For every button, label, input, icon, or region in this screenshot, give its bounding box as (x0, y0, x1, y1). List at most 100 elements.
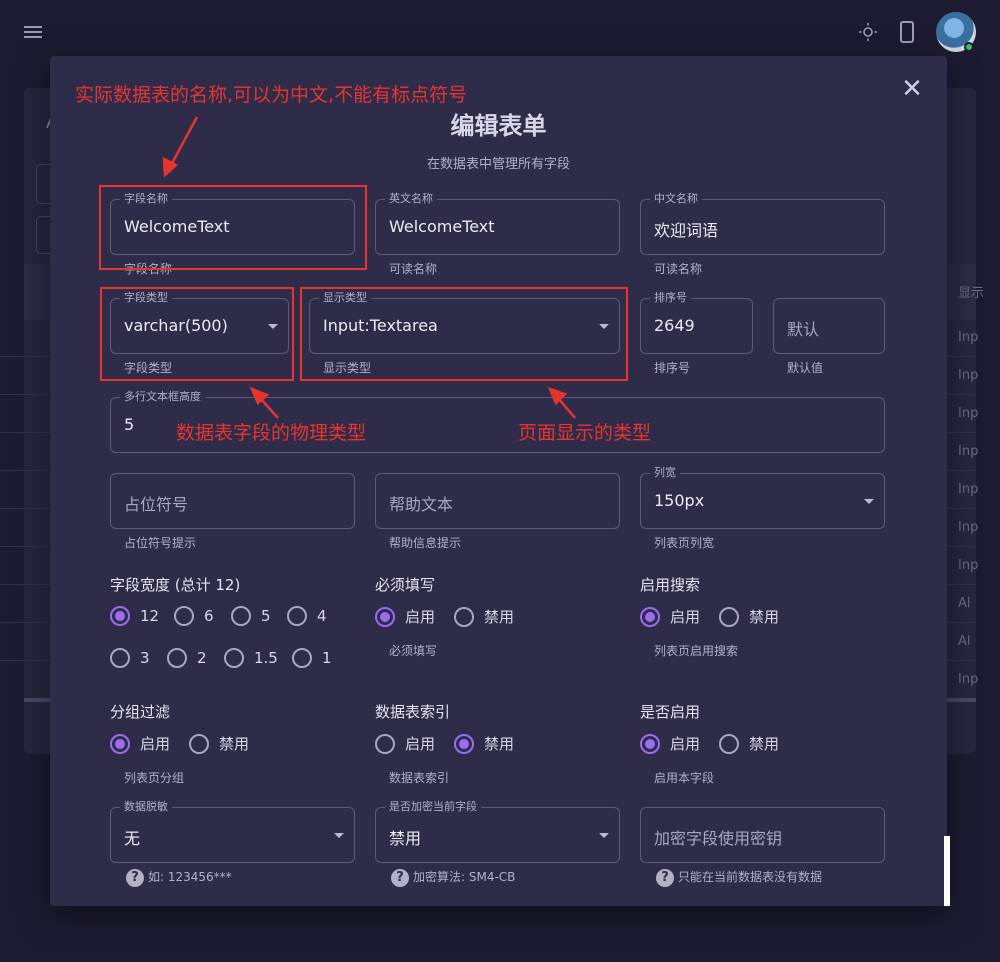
column-width-select[interactable]: 列宽 150px (640, 466, 885, 529)
annotation-box-display-type (300, 287, 628, 381)
app-topbar (0, 0, 1000, 64)
phone-icon[interactable] (900, 21, 914, 43)
table-index-title: 数据表索引 (375, 703, 451, 721)
help-text-hint: 帮助信息提示 (389, 536, 462, 550)
english-name-input[interactable]: 英文名称 WelcomeText (375, 192, 620, 255)
encrypt-key-input[interactable]: 加密字段使用密钥 (640, 807, 885, 863)
search-title: 启用搜索 (640, 576, 701, 594)
enabled-enable-radio[interactable]: 启用 (640, 733, 700, 754)
sort-order-label: 排序号 (650, 291, 691, 305)
group-filter-enable-radio[interactable]: 启用 (110, 733, 170, 754)
encrypt-field-hint-row: ? 加密算法: SM4-CB (391, 868, 515, 887)
field-width-title: 字段宽度 (总计 12) (110, 576, 241, 594)
default-value-input[interactable]: 默认 (773, 298, 885, 354)
question-icon[interactable]: ? (656, 868, 674, 887)
field-width-radio-12[interactable]: 12 (110, 606, 159, 626)
encrypt-key-hint: 只能在当前数据表没有数据 (678, 870, 823, 884)
background-cell: Inp (958, 368, 979, 383)
english-name-value: WelcomeText (389, 217, 495, 236)
english-name-hint: 可读名称 (389, 262, 438, 276)
field-width-radio-6[interactable]: 6 (174, 606, 214, 626)
encrypt-field-label: 是否加密当前字段 (385, 800, 481, 814)
encrypt-field-value: 禁用 (389, 829, 422, 848)
required-title: 必须填写 (375, 576, 436, 594)
masking-value: 无 (124, 829, 141, 848)
annotation-table-name-note: 实际数据表的名称,可以为中文,不能有标点符号 (75, 84, 468, 106)
help-text-input[interactable]: 帮助文本 (375, 473, 620, 529)
background-cell: Inp (958, 482, 979, 497)
sort-order-value: 2649 (654, 316, 695, 335)
group-filter-disable-radio[interactable]: 禁用 (189, 733, 249, 754)
default-value-placeholder: 默认 (787, 320, 820, 339)
question-icon[interactable]: ? (391, 868, 409, 887)
column-width-value: 150px (654, 491, 705, 510)
field-width-radio-4[interactable]: 4 (287, 606, 327, 626)
chevron-down-icon (864, 499, 874, 504)
dialog-scrollbar[interactable] (944, 836, 950, 906)
textarea-height-label: 多行文本框高度 (120, 390, 205, 404)
required-enable-radio[interactable]: 启用 (375, 606, 435, 627)
encrypt-key-placeholder: 加密字段使用密钥 (654, 829, 783, 848)
enabled-hint: 启用本字段 (654, 771, 715, 785)
chinese-name-value: 欢迎词语 (654, 221, 719, 240)
background-cell: Inp (958, 406, 979, 421)
search-enable-radio[interactable]: 启用 (640, 606, 700, 627)
background-cell: Al (958, 596, 971, 611)
hamburger-icon[interactable] (24, 26, 42, 38)
chevron-down-icon (334, 833, 344, 838)
placeholder-placeholder: 占位符号 (124, 495, 189, 514)
annotation-display-type-note: 页面显示的类型 (518, 422, 652, 444)
field-width-radio-1[interactable]: 1 (292, 648, 332, 668)
annotation-box-field-name (99, 185, 367, 270)
annotation-box-field-type (100, 287, 294, 381)
textarea-height-value: 5 (124, 415, 135, 434)
background-cell: Inp (958, 520, 979, 535)
sort-order-hint: 排序号 (654, 361, 691, 375)
chinese-name-hint: 可读名称 (654, 262, 703, 276)
group-filter-title: 分组过滤 (110, 703, 171, 721)
help-text-placeholder: 帮助文本 (389, 495, 454, 514)
close-button[interactable]: ✕ (900, 76, 924, 102)
background-cell: Inp (958, 330, 979, 345)
table-index-enable-radio[interactable]: 启用 (375, 733, 435, 754)
required-hint: 必须填写 (389, 644, 438, 658)
chinese-name-input[interactable]: 中文名称 欢迎词语 (640, 192, 885, 255)
encrypt-field-hint: 加密算法: SM4-CB (413, 870, 516, 884)
field-width-radio-1-5[interactable]: 1.5 (224, 648, 278, 668)
search-disable-radio[interactable]: 禁用 (719, 606, 779, 627)
default-value-hint: 默认值 (787, 361, 824, 375)
encrypt-field-select[interactable]: 是否加密当前字段 禁用 (375, 800, 620, 863)
group-filter-hint: 列表页分组 (124, 771, 185, 785)
field-width-radio-5[interactable]: 5 (231, 606, 271, 626)
background-cell: Al (958, 634, 971, 649)
column-width-label: 列宽 (650, 466, 680, 480)
required-disable-radio[interactable]: 禁用 (454, 606, 514, 627)
masking-label: 数据脱敏 (120, 800, 172, 814)
background-cell: Inp (958, 672, 979, 687)
table-index-hint: 数据表索引 (389, 771, 450, 785)
online-status-dot (964, 42, 974, 52)
enabled-disable-radio[interactable]: 禁用 (719, 733, 779, 754)
sun-icon[interactable] (858, 22, 878, 42)
background-cell: Inp (958, 444, 979, 459)
background-cell: Inp (958, 558, 979, 573)
masking-hint: 如: 123456*** (148, 870, 232, 884)
sort-order-input[interactable]: 排序号 2649 (640, 291, 753, 354)
table-index-disable-radio[interactable]: 禁用 (454, 733, 514, 754)
column-width-hint: 列表页列宽 (654, 536, 715, 550)
edit-form-dialog: ✕ 编辑表单 在数据表中管理所有字段 字段名称 WelcomeText 字段名称… (50, 56, 947, 906)
placeholder-hint: 占位符号提示 (124, 536, 197, 550)
english-name-label: 英文名称 (385, 192, 437, 206)
question-icon[interactable]: ? (126, 868, 144, 887)
background-column-header: 显示 (958, 286, 985, 301)
encrypt-key-hint-row: ? 只能在当前数据表没有数据 (656, 868, 822, 887)
search-hint: 列表页启用搜索 (654, 644, 739, 658)
dialog-title: 编辑表单 (450, 112, 547, 140)
placeholder-input[interactable]: 占位符号 (110, 473, 355, 529)
field-width-radio-2[interactable]: 2 (167, 648, 207, 668)
field-width-radio-3[interactable]: 3 (110, 648, 150, 668)
masking-hint-row: ? 如: 123456*** (126, 868, 232, 887)
dialog-subtitle: 在数据表中管理所有字段 (426, 157, 570, 172)
enabled-title: 是否启用 (640, 703, 701, 721)
masking-select[interactable]: 数据脱敏 无 (110, 800, 355, 863)
